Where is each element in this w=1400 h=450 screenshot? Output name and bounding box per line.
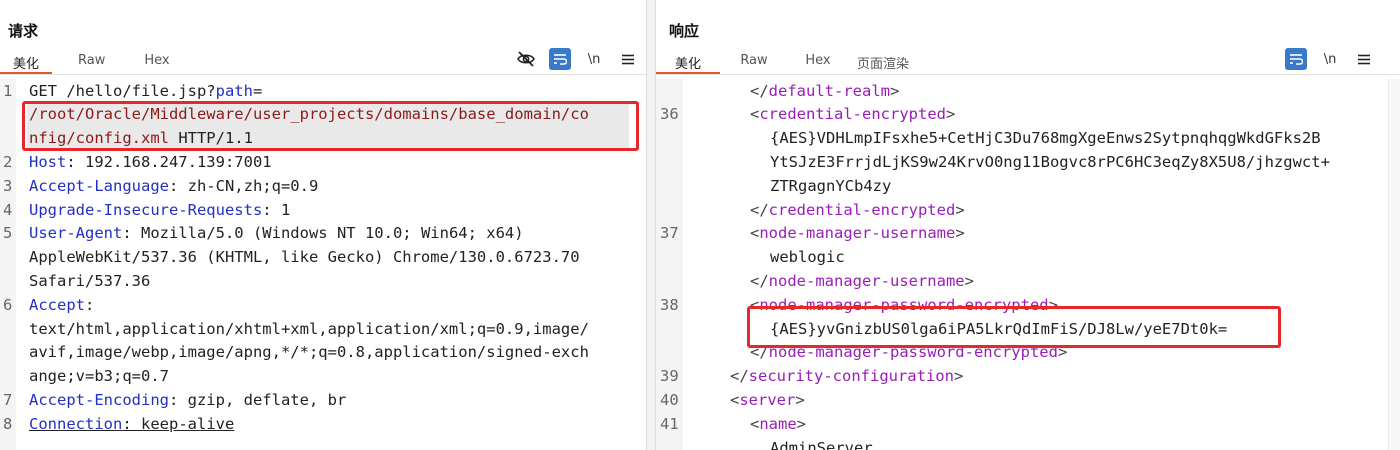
tab-raw[interactable]: Raw (739, 51, 769, 73)
vertical-scrollbar[interactable] (1388, 79, 1400, 450)
xml-text: AdminServer (770, 439, 873, 450)
xml-line: </credential-encrypted> (750, 201, 965, 219)
line-number: 37 (660, 224, 679, 242)
tab-render[interactable]: 页面渲染 (853, 51, 913, 73)
header-line-cont: AppleWebKit/537.36 (KHTML, like Gecko) C… (29, 248, 580, 266)
request-tabs: 美化 Raw Hex (0, 51, 172, 75)
xml-line: <credential-encrypted> (750, 105, 956, 123)
xml-text: {AES}yvGnizbUS0lga6iPA5LkrQdImFiS/DJ8Lw/… (770, 320, 1228, 338)
tab-underline (656, 74, 1400, 75)
line-number: 41 (660, 415, 679, 433)
newline-toggle-button[interactable]: \n (1319, 48, 1341, 70)
hamburger-icon[interactable] (617, 48, 639, 70)
header-line: Connection: keep-alive (29, 415, 235, 433)
header-line: Accept: (29, 296, 95, 314)
xml-line: <name> (750, 415, 807, 433)
request-pane: 请求 美化 Raw Hex \n 1 GET /hello/file.jsp?p… (0, 0, 646, 450)
line-number: 8 (3, 415, 13, 433)
newline-toggle-button[interactable]: \n (583, 48, 605, 70)
line-number: 38 (660, 296, 679, 314)
header-line-cont: text/html,application/xhtml+xml,applicat… (29, 320, 589, 338)
request-editor[interactable]: 1 GET /hello/file.jsp?path= /root/Oracle… (0, 79, 646, 450)
line-number: 1 (3, 82, 13, 100)
pane-splitter[interactable] (646, 0, 656, 450)
header-line: Accept-Language: zh-CN,zh;q=0.9 (29, 177, 319, 195)
response-tabs: 美化 Raw Hex 页面渲染 (656, 51, 913, 75)
header-line: Host: 192.168.247.139:7001 (29, 153, 272, 171)
xml-line: </node-manager-username> (750, 272, 974, 290)
xml-line: <node-manager-password-encrypted> (750, 296, 1058, 314)
eye-slash-icon[interactable] (515, 48, 537, 70)
xml-text: ZTRgagnYCb4zy (770, 177, 892, 195)
wrap-icon[interactable] (549, 48, 571, 70)
response-pane: 响应 美化 Raw Hex 页面渲染 \n </default-realm> 3… (656, 0, 1400, 450)
xml-line: <node-manager-username> (750, 224, 965, 242)
header-line-cont: Safari/537.36 (29, 272, 151, 290)
line-number: 6 (3, 296, 13, 314)
line-number: 40 (660, 391, 679, 409)
response-toolbar: \n (1273, 48, 1375, 70)
xml-line: </node-manager-password-encrypted> (750, 343, 1068, 361)
xml-line: </security-configuration> (730, 367, 964, 385)
line-number: 2 (3, 153, 13, 171)
request-title: 请求 (8, 22, 39, 40)
tab-pretty[interactable]: 美化 (656, 51, 720, 75)
xml-text: YtSJzE3FrrjdLjKS9w24KrvO0ng11Bogvc8rPC6H… (770, 153, 1330, 171)
line-number: 36 (660, 105, 679, 123)
header-line: Upgrade-Insecure-Requests: 1 (29, 201, 291, 219)
request-path-line: nfig/config.xml HTTP/1.1 (27, 127, 629, 151)
tab-hex[interactable]: Hex (803, 51, 833, 73)
wrap-icon[interactable] (1285, 48, 1307, 70)
line-number: 5 (3, 224, 13, 242)
header-line-cont: avif,image/webp,image/apng,*/*;q=0.8,app… (29, 343, 589, 361)
xml-line: <server> (730, 391, 805, 409)
header-line-cont: ange;v=b3;q=0.7 (29, 367, 169, 385)
line-number: 3 (3, 177, 13, 195)
xml-text: weblogic (770, 248, 845, 266)
header-line: User-Agent: Mozilla/5.0 (Windows NT 10.0… (29, 224, 524, 242)
response-editor[interactable]: </default-realm> 36 <credential-encrypte… (656, 79, 1386, 450)
hamburger-icon[interactable] (1353, 48, 1375, 70)
line-number: 7 (3, 391, 13, 409)
tab-raw[interactable]: Raw (78, 51, 105, 73)
request-path-line: /root/Oracle/Middleware/user_projects/do… (27, 103, 629, 127)
xml-line: </default-realm> (750, 82, 900, 100)
tab-pretty[interactable]: 美化 (0, 51, 52, 75)
xml-text: {AES}VDHLmpIFsxhe5+CetHjC3Du768mgXgeEnws… (770, 129, 1321, 147)
line-number: 4 (3, 201, 13, 219)
request-toolbar: \n (503, 48, 639, 70)
tab-hex[interactable]: Hex (142, 51, 172, 73)
line-number: 39 (660, 367, 679, 385)
tab-underline (0, 74, 646, 75)
response-title: 响应 (669, 22, 700, 40)
header-line: Accept-Encoding: gzip, deflate, br (29, 391, 347, 409)
request-line: GET /hello/file.jsp?path= (29, 82, 263, 100)
